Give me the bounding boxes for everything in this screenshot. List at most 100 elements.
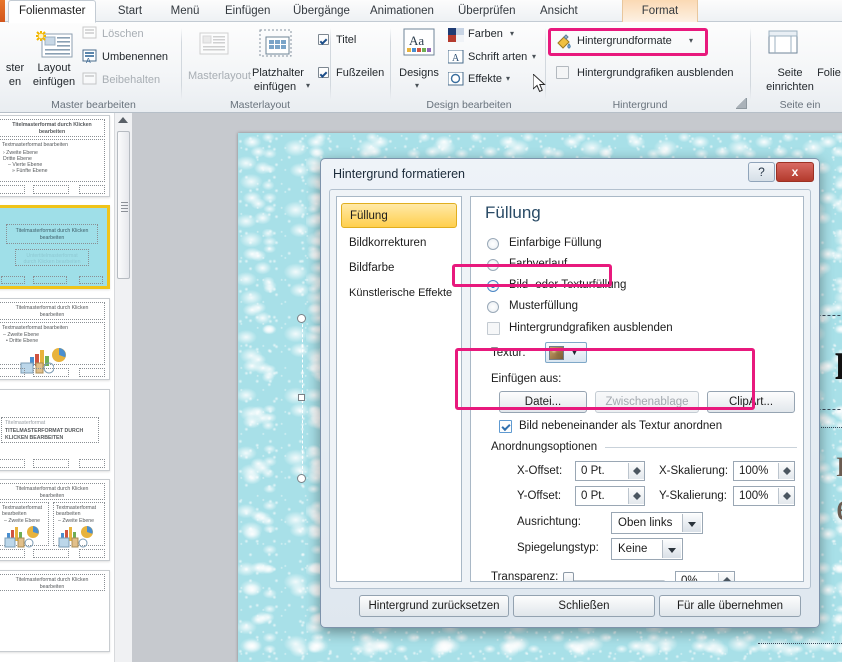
slide-orientation-label[interactable]: Folie [814, 67, 842, 79]
chevron-down-icon[interactable] [682, 514, 701, 532]
chevron-down-icon[interactable]: ▾ [506, 74, 510, 83]
slide-subtitle-fragment-1[interactable]: m [836, 441, 842, 485]
chevron-down-icon[interactable]: ▾ [689, 36, 693, 45]
dialog-nav-panel[interactable]: Füllung Bildkorrekturen Bildfarbe Künstl… [336, 196, 462, 582]
thumbnail-slide-6[interactable]: Titelmasterformat durch Klicken bearbeit… [0, 570, 110, 652]
fonts-label[interactable]: Schrift arten [468, 51, 527, 63]
checkbox-hintergrundgrafiken-ausblenden[interactable] [487, 322, 500, 335]
thumbnail-scrollbar[interactable] [114, 113, 132, 662]
tab-ansicht[interactable]: Ansicht [530, 0, 586, 22]
scroll-up-arrow-icon[interactable] [118, 117, 128, 123]
insert-layout-label-2[interactable]: einfügen [18, 76, 90, 88]
button-clipart[interactable]: ClipArt... [707, 391, 795, 413]
thumbnail-slide-1[interactable]: Titelmasterformat durch Klicken bearbeit… [0, 115, 110, 197]
button-fuer-alle-uebernehmen[interactable]: Für alle übernehmen [659, 595, 801, 617]
button-schliessen[interactable]: Schließen [513, 595, 655, 617]
thumbnail-slide-2[interactable]: Titelmasterformat durch Klicken bearbeit… [0, 205, 110, 289]
input-y-offset[interactable]: 0 Pt. [575, 486, 645, 506]
spinner-down-icon[interactable] [633, 471, 641, 475]
rename-icon[interactable]: A [82, 49, 98, 64]
spinner-transparenz[interactable] [718, 573, 734, 582]
checkbox-footers[interactable] [318, 67, 329, 78]
slide-subtitle-fragment-2[interactable]: en [836, 485, 842, 529]
input-x-offset[interactable]: 0 Pt. [575, 461, 645, 481]
designs-label[interactable]: Designs [396, 67, 442, 79]
scrollbar-thumb[interactable] [117, 131, 130, 279]
chevron-down-icon[interactable] [662, 540, 681, 558]
designs-icon[interactable]: Aa [402, 27, 436, 59]
page-setup-label-2[interactable]: einrichten [758, 81, 822, 93]
label-einfarbige-fuellung[interactable]: Einfarbige Füllung [509, 237, 602, 249]
slide-title-fragment[interactable]: n [834, 333, 842, 389]
spinner-x-scale[interactable] [778, 463, 794, 479]
button-hintergrund-zuruecksetzen[interactable]: Hintergrund zurücksetzen [359, 595, 509, 617]
label-farbverlauf[interactable]: Farbverlauf [509, 258, 567, 270]
thumbnail-slide-3[interactable]: Titelmasterformat durch Klicken bearbeit… [0, 298, 110, 380]
tab-start[interactable]: Start [105, 0, 155, 22]
page-setup-label-1[interactable]: Seite [770, 67, 810, 79]
format-background-dialog[interactable]: Hintergrund formatieren ? x Füllung Bild… [320, 158, 820, 628]
spinner-down-icon[interactable] [723, 581, 731, 582]
radio-farbverlauf[interactable] [487, 259, 499, 271]
nav-item-bildkorrekturen[interactable]: Bildkorrekturen [341, 231, 457, 256]
checkbox-title-label[interactable]: Titel [336, 34, 356, 46]
insert-placeholder-label-1[interactable]: Platzhalter [245, 67, 311, 79]
spinner-y-scale[interactable] [778, 488, 794, 504]
button-datei[interactable]: Datei... [499, 391, 587, 413]
effects-icon[interactable] [448, 72, 464, 86]
tab-folienmaster[interactable]: Folienmaster [8, 0, 96, 23]
insert-placeholder-label-2[interactable]: einfügen [245, 81, 305, 93]
radio-einfarbige-fuellung[interactable] [487, 238, 499, 250]
background-styles-label[interactable]: Hintergrundformate [577, 35, 672, 47]
nav-item-kuenstlerische-effekte[interactable]: Künstlerische Effekte [341, 281, 457, 306]
dialog-help-button[interactable]: ? [748, 162, 775, 182]
nav-item-fuellung[interactable]: Füllung [341, 203, 457, 228]
checkbox-title[interactable] [318, 34, 329, 45]
colors-label[interactable]: Farben [468, 28, 503, 40]
label-bild-oder-texturfuellung[interactable]: Bild- oder Texturfüllung [509, 279, 626, 291]
spinner-y-offset[interactable] [628, 488, 644, 504]
thumbnail-slide-5[interactable]: Titelmasterformat durch Klicken bearbeit… [0, 479, 110, 561]
dialog-close-button[interactable]: x [776, 162, 814, 182]
tab-uebergaenge[interactable]: Übergänge [283, 0, 355, 22]
tab-ueberpruefen[interactable]: Überprüfen [448, 0, 524, 22]
chevron-down-icon[interactable]: ▾ [415, 81, 419, 90]
tab-animationen[interactable]: Animationen [360, 0, 442, 22]
label-musterfuellung[interactable]: Musterfüllung [509, 300, 578, 312]
label-hintergrundgrafiken-ausblenden[interactable]: Hintergrundgrafiken ausblenden [509, 322, 673, 334]
checkbox-hide-background-graphics[interactable] [556, 66, 569, 79]
chevron-down-icon[interactable]: ▾ [306, 81, 310, 90]
hide-background-graphics-label[interactable]: Hintergrundgrafiken ausblenden [577, 67, 734, 79]
chevron-down-icon[interactable]: ▾ [510, 29, 514, 38]
spinner-down-icon[interactable] [783, 496, 791, 500]
colors-icon[interactable] [448, 28, 464, 42]
thumbnail-slide-4[interactable]: Titelmasterformat TITELMASTERFORMAT DURC… [0, 389, 110, 471]
label-bild-nebeneinander[interactable]: Bild nebeneinander als Textur anordnen [519, 420, 722, 432]
slider-transparenz-track[interactable] [567, 580, 665, 582]
tab-menu[interactable]: Menü [160, 0, 210, 22]
rename-label[interactable]: Umbenennen [102, 51, 168, 63]
page-setup-icon[interactable] [766, 28, 800, 58]
background-styles-icon[interactable] [555, 34, 573, 50]
selection-handle-bottom[interactable] [297, 474, 306, 483]
checkbox-footers-label[interactable]: Fußzeilen [336, 67, 384, 79]
insert-layout-icon[interactable] [32, 28, 76, 60]
chevron-down-icon[interactable]: ▾ [532, 52, 536, 61]
select-spiegelungstyp[interactable]: Keine [611, 538, 683, 560]
selection-handle-top[interactable] [297, 314, 306, 323]
input-y-scale[interactable]: 100% [733, 486, 795, 506]
tab-einfuegen[interactable]: Einfügen [215, 0, 277, 22]
radio-musterfuellung[interactable] [487, 301, 499, 313]
select-ausrichtung[interactable]: Oben links [611, 512, 703, 534]
radio-bild-oder-texturfuellung[interactable] [487, 280, 499, 292]
spinner-x-offset[interactable] [628, 463, 644, 479]
checkbox-bild-nebeneinander[interactable] [499, 420, 512, 433]
input-x-scale[interactable]: 100% [733, 461, 795, 481]
tab-format[interactable]: Format [622, 0, 698, 22]
background-dialog-launcher-icon[interactable] [736, 98, 747, 109]
fonts-icon[interactable]: A [448, 50, 464, 64]
insert-placeholder-icon[interactable] [258, 28, 296, 60]
texture-picker-button[interactable]: ▼ [545, 342, 587, 363]
input-transparenz[interactable]: 0% [675, 571, 735, 582]
chevron-down-icon[interactable]: ▼ [570, 347, 579, 357]
